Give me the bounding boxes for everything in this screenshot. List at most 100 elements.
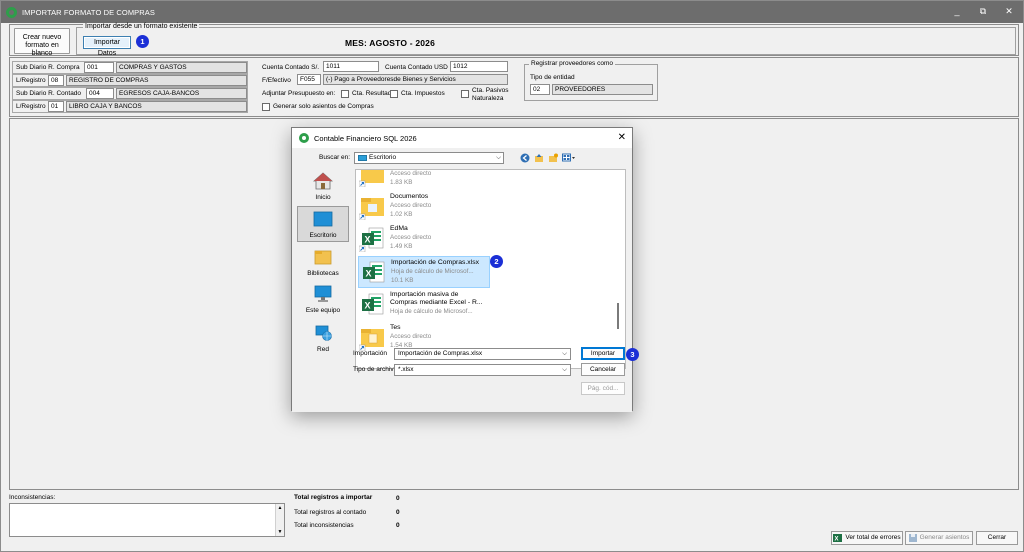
file-item-importacion-masiva[interactable]: X Importación masiva de Compras mediante… — [358, 289, 490, 321]
generar-asientos-button[interactable]: Generar asientos — [905, 531, 973, 545]
cerrar-button[interactable]: Cerrar — [976, 531, 1018, 545]
chevron-down-icon: ⌵ — [562, 350, 567, 357]
generar-solo-label: Generar solo asientos de Compras — [273, 103, 374, 110]
place-bibliotecas[interactable]: Bibliotecas — [297, 245, 349, 281]
folder-shortcut-icon — [359, 329, 384, 351]
tipo-archivo-label: Tipo de archiv — [353, 366, 394, 373]
step-badge-1: 1 — [136, 35, 149, 48]
view-menu-icon[interactable] — [562, 153, 575, 163]
up-folder-icon[interactable] — [534, 153, 544, 163]
cuenta-soles-label: Cuenta Contado S/. — [262, 64, 320, 71]
fefectivo-code[interactable]: F055 — [297, 74, 321, 85]
lregistro1-code[interactable]: 08 — [48, 75, 64, 86]
minimize-icon[interactable]: _ — [951, 5, 963, 17]
importar-button[interactable]: Importar — [581, 347, 625, 360]
file-item[interactable]: Acceso directo 1.83 KB — [358, 170, 490, 190]
subdiario-compra-code[interactable]: 001 — [84, 62, 114, 73]
lregistro2-label: L/Registro — [16, 103, 46, 110]
new-folder-icon[interactable] — [548, 153, 558, 163]
lregistro2-code[interactable]: 01 — [48, 101, 64, 112]
ver-errores-label: Ver total de errores — [845, 534, 901, 541]
lregistro2-name: LIBRO CAJA Y BANCOS — [66, 101, 247, 112]
cta-impuestos-checkbox[interactable] — [390, 90, 398, 98]
cta-resultados-checkbox[interactable] — [341, 90, 349, 98]
back-icon[interactable] — [520, 153, 530, 163]
file-type: Acceso directo — [390, 333, 432, 340]
computer-icon — [314, 285, 332, 302]
svg-text:X: X — [835, 537, 839, 543]
file-size: 10.1 KB — [391, 277, 414, 284]
generar-solo-checkbox[interactable] — [262, 103, 270, 111]
file-name-line2: Compras mediante Excel - R... — [390, 299, 483, 306]
buscar-en-combobox[interactable]: Escritorio ⌵ — [354, 152, 504, 164]
total-contado-label: Total registros al contado — [294, 509, 367, 516]
total-incons-value: 0 — [396, 522, 400, 529]
tipo-entidad-name: PROVEEDORES — [552, 84, 653, 95]
folder-shortcut-icon — [359, 198, 384, 220]
file-name: Importación de Compras.xlsx — [391, 259, 480, 266]
tipo-entidad-code[interactable]: 02 — [530, 84, 550, 95]
file-type: Hoja de cálculo de Microsof... — [391, 268, 474, 275]
step-badge-3: 3 — [626, 348, 639, 361]
inconsistencias-scrollbar[interactable]: ▲ ▼ — [275, 504, 284, 536]
file-item-documentos[interactable]: Documentos Acceso directo 1.02 KB — [358, 191, 490, 223]
file-type-combobox[interactable]: *.xlsx ⌵ — [394, 364, 571, 376]
new-format-button[interactable]: Crear nuevo formato en blanco — [14, 28, 70, 57]
file-size: 1.49 KB — [390, 243, 413, 250]
file-name: Documentos — [390, 193, 429, 200]
file-size: 1.02 KB — [390, 211, 413, 218]
close-icon[interactable]: ✕ — [1003, 5, 1015, 17]
file-item-importacion-compras[interactable]: X Importación de Compras.xlsx Hoja de cá… — [358, 256, 490, 288]
total-importar-value: 0 — [396, 495, 400, 502]
file-type: Hoja de cálculo de Microsof... — [390, 308, 473, 315]
registrar-proveedores-group: Registrar proveedores como Tipo de entid… — [524, 60, 658, 101]
inconsistencias-label: Inconsistencias: — [9, 494, 56, 501]
place-bibliotecas-label: Bibliotecas — [307, 270, 339, 277]
restore-icon[interactable]: ⧉ — [977, 5, 989, 17]
importacion-label: Importación — [353, 350, 387, 357]
file-name-combobox[interactable]: Importación de Compras.xlsx ⌵ — [394, 348, 571, 360]
import-data-button[interactable]: Importar Datos — [83, 36, 131, 57]
subdiario-contado-code[interactable]: 004 — [86, 88, 114, 99]
config-section: Sub Diario R. Compra 001 COMPRAS Y GASTO… — [9, 57, 1019, 117]
cta-pasivos-checkbox[interactable] — [461, 90, 469, 98]
dialog-close-icon[interactable]: ✕ — [618, 132, 626, 143]
file-size: 1.83 KB — [390, 179, 413, 186]
import-group-legend: Importar desde un formato existente — [83, 23, 200, 30]
scroll-down-icon[interactable]: ▼ — [276, 529, 284, 535]
file-name: Tes — [390, 324, 401, 331]
pag-cod-button[interactable]: Pág. cód... — [581, 382, 625, 395]
bottom-section: Inconsistencias: ▲ ▼ Total registros a i… — [1, 491, 1024, 552]
file-item-edma[interactable]: X EdMa Acceso directo 1.49 KB — [358, 223, 490, 255]
libraries-icon — [314, 250, 332, 265]
file-list[interactable]: Acceso directo 1.83 KB Documentos Acceso… — [355, 169, 626, 369]
desktop-icon — [313, 211, 333, 227]
inconsistencias-textbox[interactable]: ▲ ▼ — [9, 503, 285, 537]
place-este-equipo[interactable]: Este equipo — [297, 282, 349, 318]
scroll-up-icon[interactable]: ▲ — [276, 505, 284, 511]
file-name-value: Importación de Compras.xlsx — [398, 350, 483, 357]
import-existing-group: Importar desde un formato existente Impo… — [76, 23, 1016, 57]
chevron-down-icon: ⌵ — [562, 366, 567, 373]
lregistro1-label: L/Registro — [16, 77, 46, 84]
fefectivo-name: (-) Pago a Proveedoresde Bienes y Servic… — [323, 74, 508, 85]
file-list-scrollbar[interactable] — [617, 303, 619, 329]
cta-pasivos-label-2: Naturaleza — [472, 95, 504, 102]
app-logo-icon — [6, 6, 17, 18]
cancelar-button[interactable]: Cancelar — [581, 363, 625, 376]
ver-errores-button[interactable]: X Ver total de errores — [831, 531, 903, 545]
file-name: EdMa — [390, 225, 408, 232]
place-escritorio[interactable]: Escritorio — [297, 206, 349, 242]
place-red[interactable]: Red — [297, 321, 349, 357]
registrar-legend: Registrar proveedores como — [529, 60, 616, 67]
cuenta-soles-input[interactable]: 1011 — [323, 61, 379, 72]
titlebar: IMPORTAR FORMATO DE COMPRAS _ ⧉ ✕ — [1, 1, 1023, 23]
svg-text:X: X — [366, 269, 372, 279]
file-type: Acceso directo — [390, 234, 432, 241]
place-inicio-label: Inicio — [315, 194, 331, 201]
cuenta-usd-label: Cuenta Contado USD — [385, 64, 448, 71]
place-inicio[interactable]: Inicio — [297, 169, 349, 205]
places-bar: Inicio Escritorio Bibliotecas Este equip… — [297, 169, 350, 367]
cuenta-usd-input[interactable]: 1012 — [450, 61, 508, 72]
folder-shortcut-icon — [359, 170, 384, 187]
